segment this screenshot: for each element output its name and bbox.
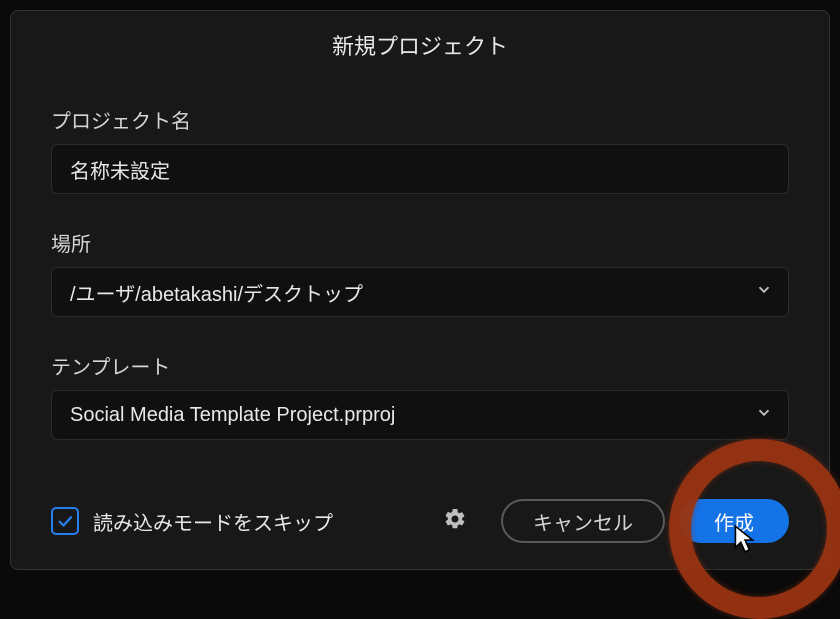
settings-button[interactable]: [441, 507, 469, 535]
new-project-dialog: 新規プロジェクト プロジェクト名 名称未設定 場所 /ユーザ/abetakash…: [10, 10, 830, 570]
template-label: テンプレート: [51, 351, 789, 380]
project-name-label: プロジェクト名: [51, 105, 789, 134]
project-name-value: 名称未設定: [70, 155, 170, 184]
template-select[interactable]: Social Media Template Project.prproj: [51, 390, 789, 440]
location-select[interactable]: /ユーザ/abetakashi/デスクトップ: [51, 267, 789, 317]
location-label: 場所: [51, 228, 789, 257]
project-name-input[interactable]: 名称未設定: [51, 144, 789, 194]
cancel-label: キャンセル: [533, 507, 633, 536]
skip-import-label: 読み込みモードをスキップ: [93, 507, 333, 536]
template-field: テンプレート Social Media Template Project.prp…: [51, 351, 789, 440]
location-field: 場所 /ユーザ/abetakashi/デスクトップ: [51, 228, 789, 317]
template-select-wrap: Social Media Template Project.prproj: [51, 390, 789, 440]
template-value: Social Media Template Project.prproj: [70, 404, 395, 427]
project-name-field: プロジェクト名 名称未設定: [51, 105, 789, 194]
skip-import-checkbox[interactable]: [51, 507, 79, 535]
location-value: /ユーザ/abetakashi/デスクトップ: [70, 278, 363, 307]
dialog-body: プロジェクト名 名称未設定 場所 /ユーザ/abetakashi/デスクトップ …: [11, 75, 829, 479]
location-select-wrap: /ユーザ/abetakashi/デスクトップ: [51, 267, 789, 317]
dialog-title: 新規プロジェクト: [11, 11, 829, 75]
dialog-footer: 読み込みモードをスキップ キャンセル 作成: [11, 479, 829, 569]
cancel-button[interactable]: キャンセル: [501, 499, 665, 543]
create-button[interactable]: 作成: [679, 499, 789, 543]
gear-icon: [443, 507, 467, 536]
create-label: 作成: [714, 507, 754, 536]
